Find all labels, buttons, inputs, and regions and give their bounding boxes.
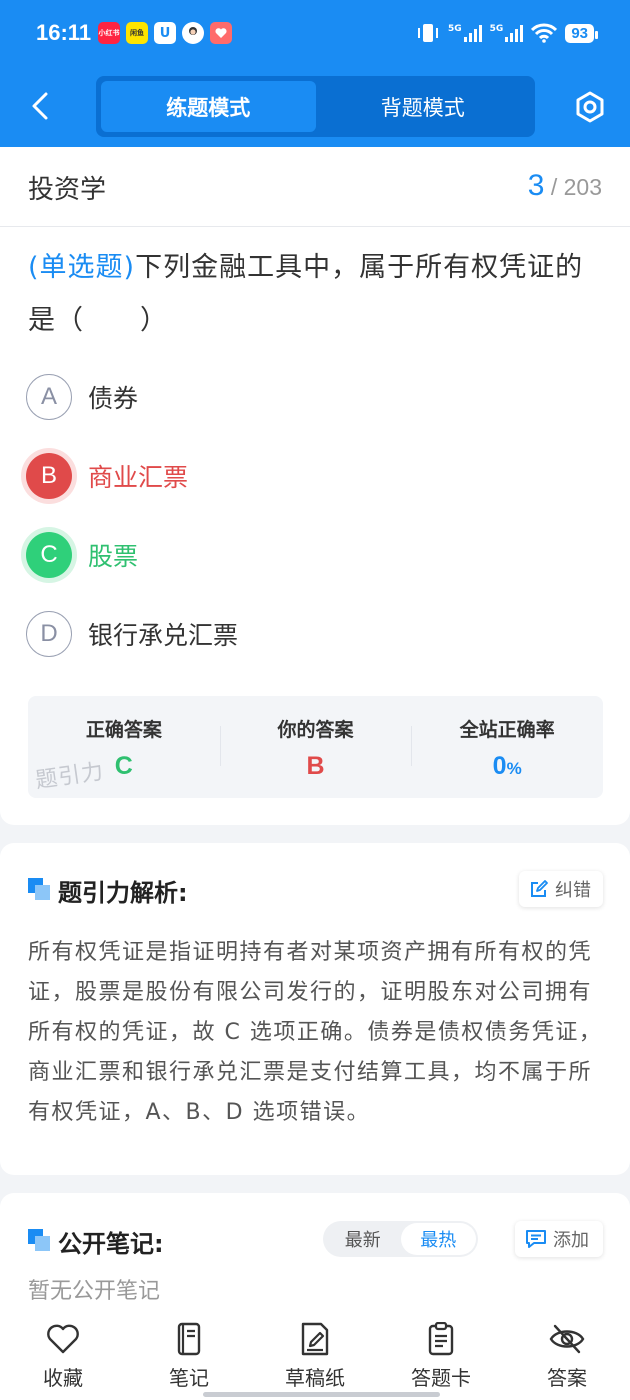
- draft-paper-button[interactable]: 草稿纸: [252, 1312, 378, 1400]
- option-b[interactable]: B 商业汇票: [26, 453, 188, 499]
- settings-button[interactable]: [573, 90, 607, 124]
- empty-notes-text: 暂无公开笔记: [28, 1279, 161, 1304]
- analysis-text: 所有权凭证是指证明持有者对某项资产拥有所有权的凭证，股票是股份有限公司发行的，证…: [28, 940, 603, 1125]
- answer-sheet-icon: [428, 1322, 454, 1356]
- add-note-label: 添加: [553, 1230, 589, 1251]
- analysis-card: 题引力解析: 纠错 所有权凭证是指证明持有者对某项资产拥有所有权的凭证，股票是股…: [0, 843, 630, 1175]
- your-answer-label: 你的答案: [277, 719, 354, 741]
- question-text: (单选题)下列金融工具中，属于所有权凭证的是（ ）: [28, 241, 608, 347]
- favorite-button[interactable]: 收藏: [0, 1312, 126, 1400]
- notes-button[interactable]: 笔记: [126, 1312, 252, 1400]
- status-app-icons: 小红书 闲鱼 U: [98, 22, 232, 44]
- shield-app-icon: U: [154, 22, 176, 44]
- sort-latest[interactable]: 最新: [325, 1223, 401, 1255]
- current-question-number: 3: [527, 169, 545, 202]
- option-letter: C: [26, 532, 72, 578]
- option-letter: D: [26, 611, 72, 657]
- analysis-title: 题引力解析:: [58, 879, 188, 907]
- love-app-icon: [210, 22, 232, 44]
- total-question-count: 203: [563, 174, 602, 200]
- correct-answer-column: 正确答案 C 题引力: [28, 696, 220, 798]
- settings-hexagon-icon: [576, 91, 604, 123]
- top-header: 16:11 小红书 闲鱼 U 5G 5G 93 练题模式 背题模式: [0, 0, 630, 147]
- correct-answer-label: 正确答案: [85, 719, 162, 741]
- edit-icon: [531, 880, 548, 897]
- subject-row: 投资学 3 / 203: [0, 147, 630, 227]
- status-time: 16:11: [36, 20, 92, 45]
- option-c[interactable]: C 股票: [26, 532, 138, 578]
- answer-sheet-button[interactable]: 答题卡: [378, 1312, 504, 1400]
- message-add-icon: [526, 1230, 546, 1248]
- signal-5g-1: 5G: [448, 24, 482, 42]
- section-square-icon: [28, 878, 50, 900]
- accuracy-rate-value: 0%: [492, 752, 522, 780]
- vibrate-icon: [418, 24, 438, 42]
- option-letter: A: [26, 374, 72, 420]
- your-answer-value: B: [306, 752, 325, 780]
- sort-hottest[interactable]: 最热: [400, 1223, 476, 1255]
- question-card: 投资学 3 / 203 (单选题)下列金融工具中，属于所有权凭证的是（ ） A …: [0, 147, 630, 825]
- show-answer-label: 答案: [547, 1366, 587, 1390]
- xiaohongshu-app-icon: 小红书: [98, 22, 120, 44]
- question-type: (单选题): [28, 252, 136, 283]
- wifi-icon: [531, 23, 558, 43]
- draft-paper-label: 草稿纸: [285, 1366, 345, 1390]
- tab-memorize-mode[interactable]: 背题模式: [316, 81, 531, 132]
- notes-title: 公开笔记:: [58, 1230, 164, 1258]
- progress-separator: /: [550, 174, 558, 200]
- avatar-app-icon: [182, 22, 204, 44]
- notes-sort-switch: 最新 最热: [323, 1221, 478, 1257]
- option-letter: B: [26, 453, 72, 499]
- option-d[interactable]: D 银行承兑汇票: [26, 611, 238, 657]
- favorite-label: 收藏: [43, 1366, 83, 1390]
- section-square-icon: [28, 1229, 50, 1251]
- report-error-button[interactable]: 纠错: [519, 871, 603, 907]
- battery-indicator: 93: [565, 23, 598, 43]
- notebook-icon: [177, 1322, 201, 1356]
- signal-5g-2: 5G: [490, 24, 524, 42]
- heart-icon: [47, 1324, 79, 1354]
- accuracy-rate-label: 全站正确率: [459, 719, 555, 741]
- report-error-label: 纠错: [555, 880, 591, 901]
- chevron-left-icon: [32, 92, 48, 120]
- subject-title: 投资学: [28, 175, 107, 205]
- your-answer-column: 你的答案 B: [219, 696, 412, 798]
- status-indicators: 5G 5G 93: [416, 22, 598, 44]
- add-note-button[interactable]: 添加: [515, 1221, 603, 1257]
- tab-practice-mode[interactable]: 练题模式: [101, 81, 316, 132]
- answer-summary: 正确答案 C 题引力 你的答案 B 全站正确率 0%: [28, 696, 603, 798]
- back-button[interactable]: [24, 88, 56, 124]
- show-answer-button[interactable]: 答案: [504, 1312, 630, 1400]
- bottom-toolbar: 收藏 笔记 草稿纸 答题卡 答案: [0, 1312, 630, 1400]
- draft-paper-icon: [301, 1322, 329, 1356]
- notes-label: 笔记: [169, 1366, 209, 1390]
- mode-switch: 练题模式 背题模式: [96, 76, 535, 137]
- option-text: 商业汇票: [88, 463, 189, 492]
- option-text: 债券: [88, 384, 139, 413]
- answer-sheet-label: 答题卡: [411, 1366, 471, 1390]
- option-a[interactable]: A 债券: [26, 374, 138, 420]
- home-indicator[interactable]: [203, 1392, 440, 1397]
- accuracy-rate-column: 全站正确率 0%: [411, 696, 603, 798]
- option-text: 股票: [88, 542, 139, 571]
- xianyu-app-icon: 闲鱼: [126, 22, 148, 44]
- option-text: 银行承兑汇票: [88, 621, 239, 650]
- question-progress: 3 / 203: [528, 169, 602, 203]
- eye-off-icon: [549, 1324, 585, 1354]
